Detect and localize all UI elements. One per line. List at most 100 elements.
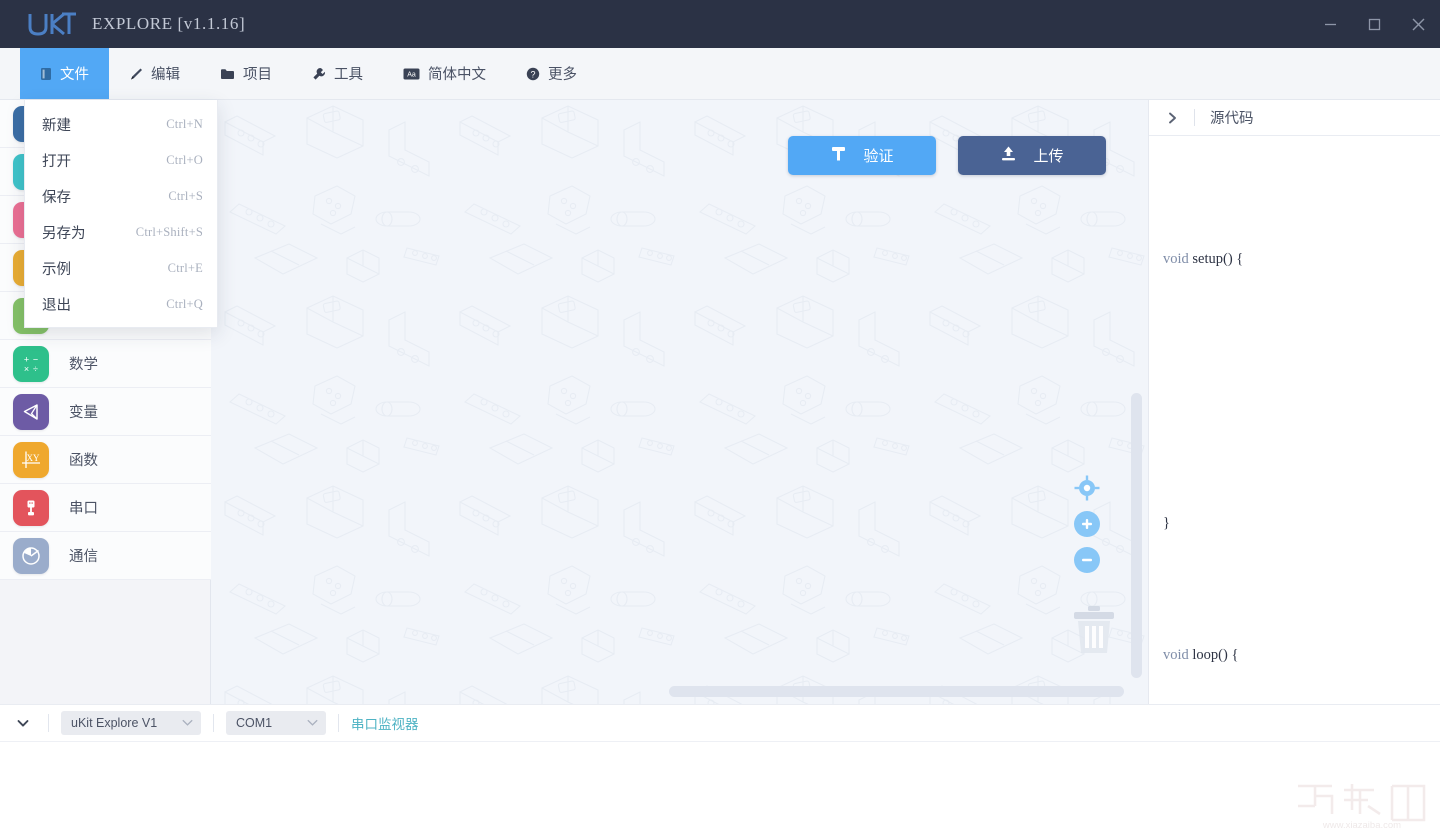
app-logo: EXPLORE [v1.1.16] <box>26 11 245 37</box>
language-icon: Aa <box>403 68 420 80</box>
delete-block-target[interactable] <box>1072 605 1116 660</box>
file-menu-label-quit: 退出 <box>42 297 71 314</box>
device-select-value: uKit Explore V1 <box>71 716 158 730</box>
file-menu-shortcut-quit: Ctrl+Q <box>166 296 203 311</box>
file-icon <box>40 67 52 81</box>
file-menu-label-save-as: 另存为 <box>42 225 86 242</box>
blocks-canvas[interactable]: 验证 上传 <box>211 100 1148 704</box>
crosshair-icon <box>1074 475 1100 501</box>
file-menu-item-open[interactable]: 打开 Ctrl+O <box>25 142 217 178</box>
source-code-header: 源代码 <box>1149 100 1440 136</box>
file-menu-label-new: 新建 <box>42 117 71 134</box>
menu-item-more[interactable]: ? 更多 <box>506 48 597 99</box>
device-select[interactable]: uKit Explore V1 <box>61 711 201 735</box>
sidebar-label-variable: 变量 <box>69 405 98 421</box>
sidebar-item-math[interactable]: + − × ÷ 数学 <box>0 340 211 388</box>
file-menu-label-save: 保存 <box>42 189 71 206</box>
menu-label-language: 简体中文 <box>428 67 486 83</box>
math-icon: + − × ÷ <box>13 345 49 382</box>
minimize-icon <box>1324 23 1336 25</box>
statusbar-divider-3 <box>338 714 339 732</box>
application-window: EXPLORE [v1.1.16] 文件 编辑 项目 工具 Aa 简体中文 ? … <box>0 0 1440 832</box>
menu-item-edit[interactable]: 编辑 <box>109 48 200 99</box>
menu-item-tools[interactable]: 工具 <box>292 48 383 99</box>
trash-icon <box>1074 606 1114 653</box>
antenna-icon <box>13 537 49 574</box>
canvas-vertical-scrollbar[interactable] <box>1131 393 1142 678</box>
close-icon <box>1412 18 1424 30</box>
menu-label-edit: 编辑 <box>151 67 180 83</box>
menu-item-language[interactable]: Aa 简体中文 <box>383 48 506 99</box>
file-menu-item-new[interactable]: 新建 Ctrl+N <box>25 106 217 142</box>
sidebar-item-communication[interactable]: 通信 <box>0 532 211 580</box>
source-code-panel: 源代码 void setup() { } void loop() { } <box>1148 100 1440 704</box>
svg-text:+: + <box>24 354 29 364</box>
close-button[interactable] <box>1396 0 1440 48</box>
file-menu-item-quit[interactable]: 退出 Ctrl+Q <box>25 286 217 322</box>
statusbar-divider-2 <box>213 714 214 732</box>
zoom-in-button[interactable] <box>1074 511 1100 537</box>
help-icon: ? <box>526 67 540 81</box>
file-menu-shortcut-examples: Ctrl+E <box>167 260 203 275</box>
file-menu-item-save[interactable]: 保存 Ctrl+S <box>25 178 217 214</box>
port-select[interactable]: COM1 <box>226 711 326 735</box>
hammer-icon <box>830 145 847 166</box>
variable-icon <box>13 393 49 430</box>
svg-text:XY: XY <box>27 453 40 463</box>
canvas-watermark-pattern <box>211 100 1148 704</box>
svg-text:÷: ÷ <box>33 364 38 374</box>
menubar: 文件 编辑 项目 工具 Aa 简体中文 ? 更多 <box>0 48 1440 100</box>
chevron-right-icon[interactable] <box>1163 112 1181 124</box>
app-title: EXPLORE [v1.1.16] <box>92 14 246 33</box>
zoom-out-button[interactable] <box>1074 547 1100 573</box>
pen-icon <box>129 67 143 81</box>
code-line: void loop() { <box>1163 647 1239 663</box>
code-line: void setup() { <box>1163 251 1244 267</box>
port-select-caret-icon <box>307 716 318 730</box>
menu-label-project: 项目 <box>243 67 272 83</box>
upload-icon <box>1000 145 1017 166</box>
statusbar: uKit Explore V1 COM1 串口监视器 <box>0 704 1440 742</box>
minus-icon <box>1082 558 1092 562</box>
sidebar-item-function[interactable]: XY 函数 <box>0 436 211 484</box>
sidebar-label-communication: 通信 <box>69 549 98 565</box>
file-menu-item-save-as[interactable]: 另存为 Ctrl+Shift+S <box>25 214 217 250</box>
menu-label-tools: 工具 <box>334 67 363 83</box>
file-menu-label-open: 打开 <box>42 153 71 170</box>
sidebar-item-variable[interactable]: 变量 <box>0 388 211 436</box>
sidebar-item-serial[interactable]: 串口 <box>0 484 211 532</box>
verify-button[interactable]: 验证 <box>788 136 936 175</box>
canvas-horizontal-scrollbar[interactable] <box>669 686 1124 697</box>
svg-text:Aa: Aa <box>407 71 416 78</box>
maximize-button[interactable] <box>1352 0 1396 48</box>
menu-label-file: 文件 <box>60 67 89 83</box>
center-view-button[interactable] <box>1074 475 1100 501</box>
menu-label-more: 更多 <box>548 67 577 83</box>
port-select-value: COM1 <box>236 716 273 730</box>
sidebar-label-serial: 串口 <box>69 501 98 517</box>
menu-item-project[interactable]: 项目 <box>200 48 292 99</box>
upload-button[interactable]: 上传 <box>958 136 1106 175</box>
ukit-logo-icon <box>28 12 76 36</box>
file-menu-label-examples: 示例 <box>42 261 71 278</box>
code-line: } <box>1163 515 1170 531</box>
plus-icon <box>1082 519 1092 529</box>
header-divider <box>1194 109 1195 126</box>
svg-text:?: ? <box>530 69 535 79</box>
upload-label: 上传 <box>1033 148 1064 165</box>
usb-icon <box>13 489 49 526</box>
file-menu-shortcut-open: Ctrl+O <box>166 152 203 167</box>
source-code-title: 源代码 <box>1210 111 1254 127</box>
function-icon: XY <box>13 441 49 478</box>
menu-item-file[interactable]: 文件 <box>20 48 109 99</box>
svg-text:−: − <box>33 354 38 364</box>
chevron-down-icon[interactable] <box>10 710 36 736</box>
wrench-icon <box>312 67 326 81</box>
file-menu-dropdown: 新建 Ctrl+N 打开 Ctrl+O 保存 Ctrl+S 另存为 Ctrl+S… <box>24 100 218 328</box>
serial-monitor-link[interactable]: 串口监视器 <box>351 713 419 733</box>
minimize-button[interactable] <box>1308 0 1352 48</box>
file-menu-shortcut-save-as: Ctrl+Shift+S <box>135 224 203 239</box>
file-menu-item-examples[interactable]: 示例 Ctrl+E <box>25 250 217 286</box>
